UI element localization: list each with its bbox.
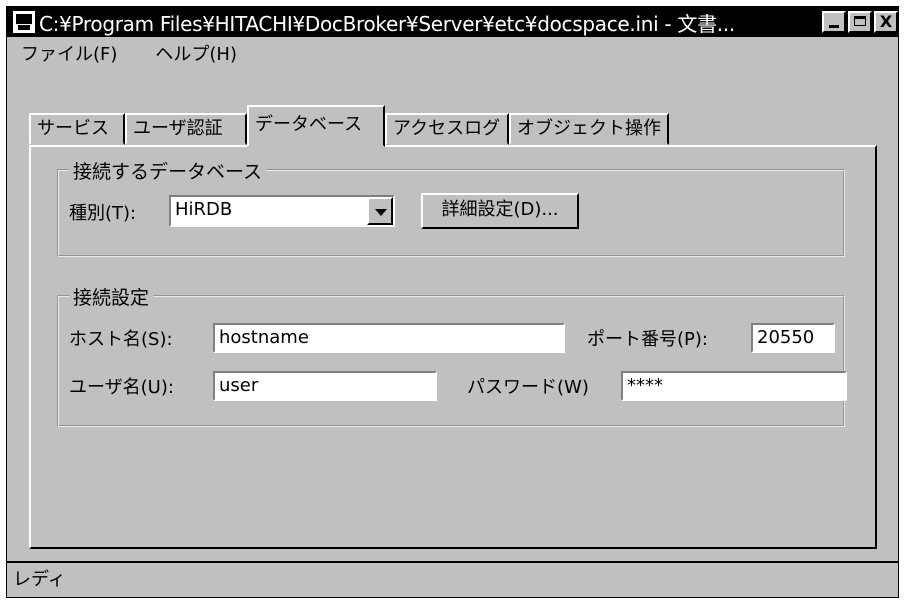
- window-title: C:¥Program Files¥HITACHI¥DocBroker¥Serve…: [39, 11, 735, 36]
- port-input[interactable]: [757, 325, 833, 351]
- menu-help[interactable]: ヘルプ(H): [155, 40, 237, 66]
- tab-user-auth[interactable]: ユーザ認証: [125, 113, 247, 145]
- user-label: ユーザ名(U):: [69, 377, 174, 398]
- port-label: ポート番号(P):: [587, 329, 708, 350]
- user-field[interactable]: [213, 371, 437, 401]
- chevron-down-icon[interactable]: [367, 197, 393, 225]
- host-field[interactable]: [213, 323, 565, 353]
- port-field[interactable]: [751, 323, 835, 353]
- type-combobox[interactable]: HiRDB: [169, 195, 395, 227]
- connection-group-title: 接続設定: [69, 283, 154, 310]
- detail-settings-button[interactable]: 詳細設定(D)...: [421, 193, 579, 229]
- database-group: 接続するデータベース 種別(T): HiRDB 詳細設定(D)...: [57, 157, 845, 257]
- title-bar[interactable]: C:¥Program Files¥HITACHI¥DocBroker¥Serve…: [7, 7, 898, 37]
- minimize-icon: [829, 25, 839, 28]
- connection-group: 接続設定 ホスト名(S): ポート番号(P): ユーザ名(U): パスワード(W…: [57, 283, 847, 427]
- host-label: ホスト名(S):: [69, 329, 173, 350]
- close-icon: X: [879, 12, 893, 31]
- status-bar: レディ: [7, 561, 898, 597]
- tab-panel: 接続するデータベース 種別(T): HiRDB 詳細設定(D)... 接続設定 …: [29, 145, 877, 549]
- tab-database[interactable]: データベース: [247, 105, 385, 147]
- password-label: パスワード(W): [467, 377, 589, 398]
- app-icon[interactable]: [13, 11, 35, 33]
- password-field[interactable]: [621, 371, 847, 401]
- main-window: C:¥Program Files¥HITACHI¥DocBroker¥Serve…: [6, 6, 899, 598]
- database-group-title: 接続するデータベース: [69, 157, 267, 184]
- type-label: 種別(T):: [69, 203, 137, 224]
- tab-access-log[interactable]: アクセスログ: [385, 113, 509, 145]
- status-text: レディ: [13, 569, 66, 590]
- minimize-button[interactable]: [822, 11, 846, 33]
- password-input[interactable]: [627, 373, 845, 399]
- maximize-button[interactable]: [848, 11, 872, 33]
- maximize-icon: [854, 16, 866, 26]
- menu-file[interactable]: ファイル(F): [21, 40, 117, 66]
- user-input[interactable]: [219, 373, 435, 399]
- menu-bar: ファイル(F) ヘルプ(H): [7, 39, 898, 67]
- tab-service[interactable]: サービス: [29, 113, 125, 145]
- type-combobox-value: HiRDB: [175, 199, 233, 220]
- close-button[interactable]: X: [874, 11, 898, 33]
- host-input[interactable]: [219, 325, 563, 351]
- tab-object-operation[interactable]: オブジェクト操作: [509, 113, 669, 145]
